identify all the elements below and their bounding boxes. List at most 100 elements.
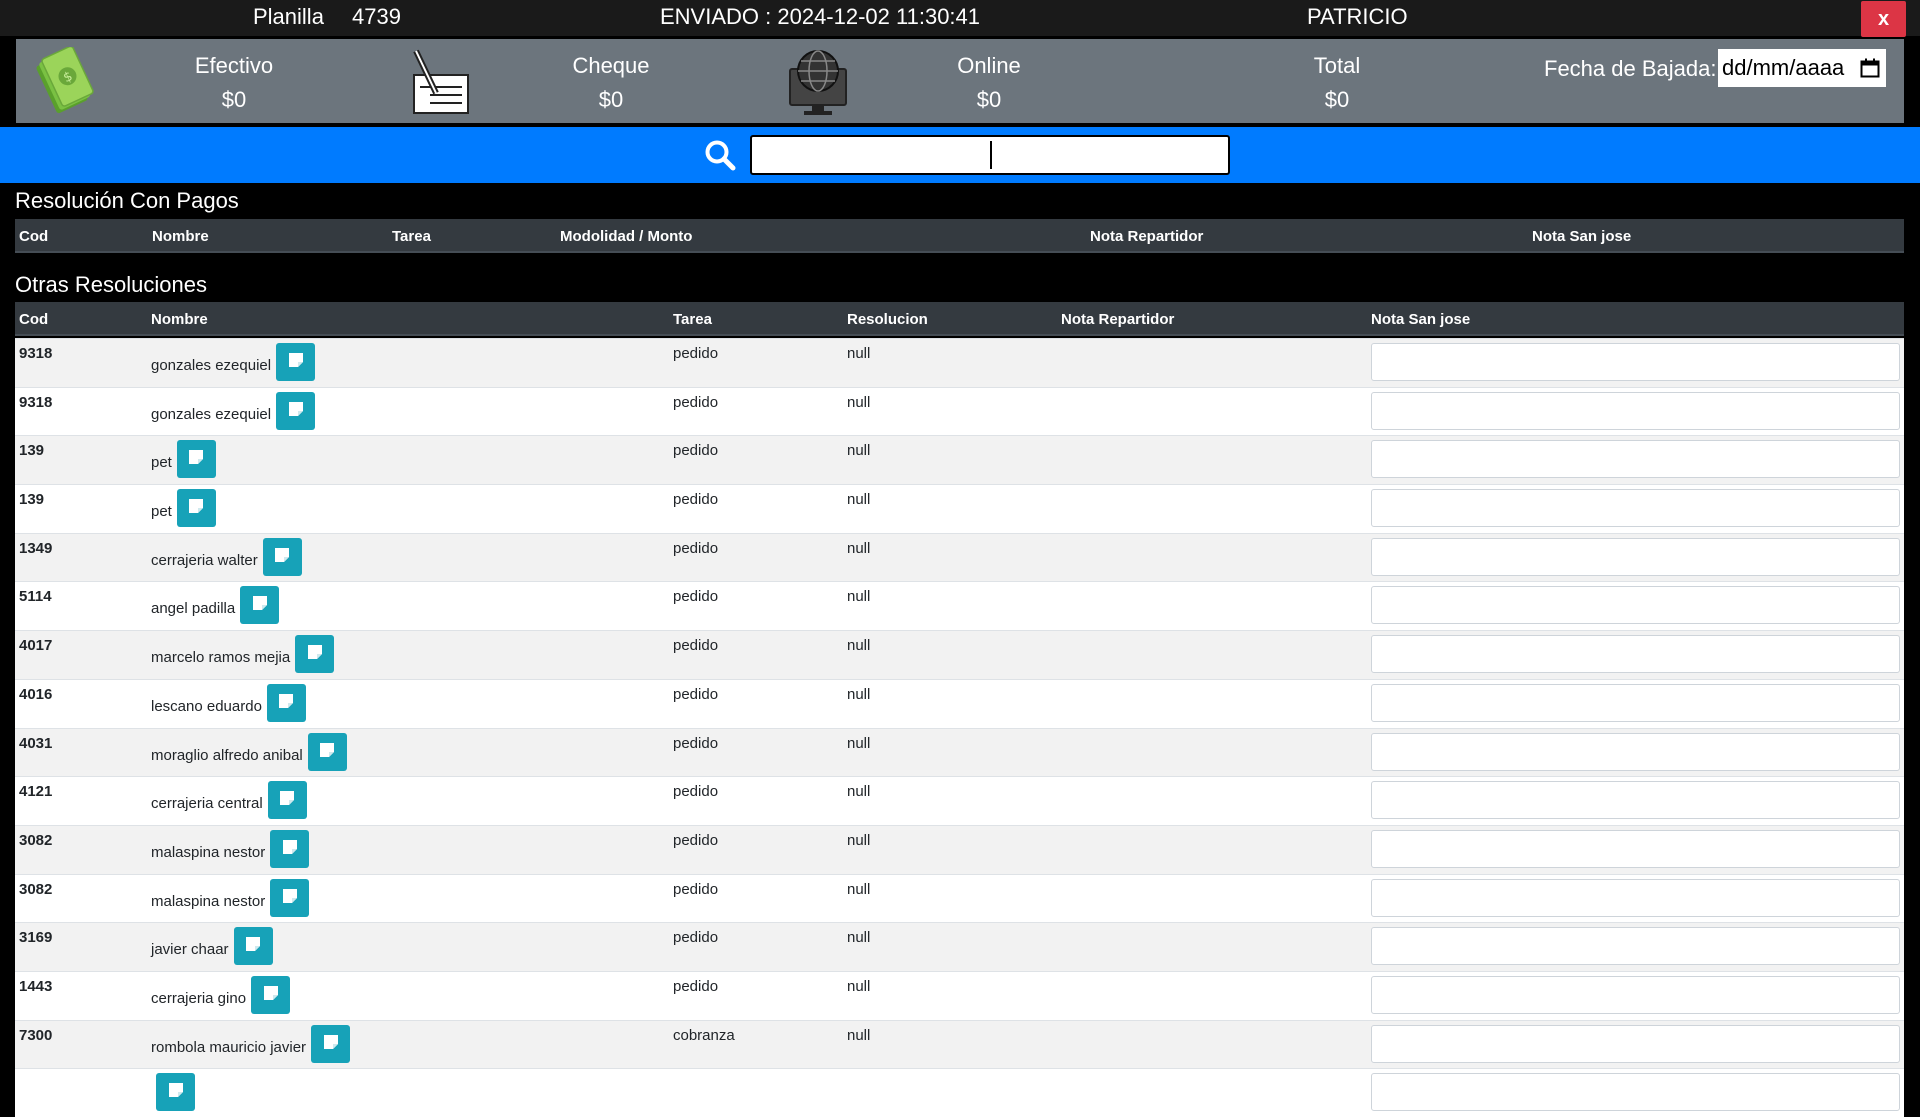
col-nota-repartidor: Nota Repartidor — [1061, 311, 1175, 328]
efectivo-value: $0 — [221, 87, 247, 112]
note-icon — [288, 401, 303, 420]
nota-san-jose-input[interactable] — [1371, 927, 1900, 966]
note-icon — [307, 645, 322, 663]
table-row: 1349 cerrajeria walter pedido null — [15, 532, 1904, 582]
col-resolucion: Resolucion — [847, 311, 928, 328]
col-tarea: Tarea — [673, 311, 712, 328]
nota-san-jose-input[interactable] — [1371, 489, 1900, 528]
nota-san-jose-input[interactable] — [1371, 683, 1900, 722]
note-button[interactable] — [311, 1024, 351, 1063]
note-button[interactable] — [270, 829, 310, 868]
nota-san-jose-input[interactable] — [1371, 975, 1900, 1014]
note-button[interactable] — [233, 927, 273, 966]
nota-san-jose-input[interactable] — [1371, 440, 1900, 479]
row-resolucion: null — [847, 393, 871, 411]
nota-san-jose-input[interactable] — [1371, 732, 1900, 771]
nota-san-jose-input[interactable] — [1371, 781, 1900, 820]
otras-table-body: 9318 gonzales ezequiel pedido null 9318 gonza… — [15, 338, 1904, 1117]
table-row: 139 pet pedido null — [15, 435, 1904, 485]
otras-table-header: Cod Nombre Tarea Resolucion Nota Reparti… — [15, 302, 1904, 336]
payment-summary: $ Efectivo $0 Cheque $0 Online $0 Total … — [16, 39, 1904, 123]
nota-san-jose-input[interactable] — [1371, 586, 1900, 625]
row-resolucion: null — [847, 442, 871, 460]
note-button[interactable] — [176, 440, 216, 479]
table-row: 139 pet pedido null — [15, 484, 1904, 533]
note-button[interactable] — [307, 732, 347, 771]
pagos-table-header: Cod Nombre Tarea Modolidad / Monto Nota … — [15, 219, 1904, 253]
nota-san-jose-input[interactable] — [1371, 635, 1900, 674]
table-row: 5114 angel padilla pedido null — [15, 581, 1904, 631]
row-cod: 9318 — [19, 345, 53, 362]
note-icon — [252, 596, 267, 614]
table-row: 9318 gonzales ezequiel pedido null — [15, 338, 1904, 387]
note-icon — [323, 1034, 338, 1053]
row-tarea: pedido — [673, 685, 719, 703]
row-nombre: malaspina nestor — [151, 829, 310, 868]
calendar-icon[interactable] — [1860, 58, 1880, 84]
nota-san-jose-input[interactable] — [1371, 1073, 1900, 1112]
nota-san-jose-input[interactable] — [1371, 537, 1900, 576]
fecha-bajada-input[interactable]: dd/mm/aaaa — [1718, 49, 1886, 87]
col-modalidad-monto: Modolidad / Monto — [560, 228, 693, 245]
search-icon[interactable] — [704, 139, 736, 176]
row-tarea: pedido — [673, 734, 719, 752]
section-title-otras: Otras Resoluciones — [15, 272, 207, 297]
note-button[interactable] — [262, 537, 302, 576]
nota-san-jose-input[interactable] — [1371, 391, 1900, 430]
row-resolucion: null — [847, 685, 871, 703]
row-tarea: pedido — [673, 929, 719, 947]
row-nombre-text: lescano eduardo — [151, 697, 262, 715]
row-resolucion: null — [847, 1026, 871, 1044]
row-resolucion: null — [847, 831, 871, 849]
col-nombre: Nombre — [151, 311, 208, 328]
row-nombre-text: pet — [151, 454, 172, 472]
planilla-number: 4739 — [352, 4, 401, 29]
note-button[interactable] — [251, 975, 291, 1014]
table-row: 4017 marcelo ramos mejia pedido null — [15, 630, 1904, 679]
table-row: 4016 lescano eduardo pedido null — [15, 678, 1904, 728]
note-button[interactable] — [276, 343, 316, 381]
row-tarea: pedido — [673, 442, 719, 460]
total-summary: Total $0 — [1237, 49, 1437, 117]
note-icon — [189, 450, 204, 468]
cheque-summary: Cheque $0 — [511, 49, 711, 117]
nota-san-jose-input[interactable] — [1371, 878, 1900, 917]
row-tarea: pedido — [673, 783, 719, 801]
note-button[interactable] — [267, 781, 307, 820]
note-button[interactable] — [270, 878, 310, 917]
row-nombre: lescano eduardo — [151, 683, 306, 722]
col-nota-repartidor: Nota Repartidor — [1090, 228, 1204, 245]
row-resolucion: null — [847, 929, 871, 947]
online-summary: Online $0 — [889, 49, 1089, 117]
note-icon — [246, 937, 261, 955]
note-icon — [263, 985, 278, 1004]
row-tarea: pedido — [673, 345, 719, 362]
row-nombre: gonzales ezequiel — [151, 391, 316, 430]
note-button[interactable] — [276, 391, 316, 430]
note-button[interactable] — [240, 586, 280, 625]
note-icon — [282, 839, 297, 858]
row-nombre: pet — [151, 440, 216, 479]
note-icon — [320, 742, 335, 761]
nota-san-jose-input[interactable] — [1371, 829, 1900, 868]
fecha-bajada-label: Fecha de Bajada: — [1544, 56, 1717, 81]
nota-san-jose-input[interactable] — [1371, 1024, 1900, 1063]
note-button[interactable] — [156, 1073, 195, 1112]
note-button[interactable] — [266, 683, 306, 722]
user-name: PATRICIO — [1307, 4, 1408, 29]
row-cod: 7300 — [19, 1026, 53, 1044]
row-nombre: rombola mauricio javier — [151, 1024, 351, 1063]
note-button[interactable] — [295, 635, 335, 674]
table-row: 3082 malaspina nestor pedido null — [15, 824, 1904, 874]
col-cod: Cod — [19, 311, 49, 328]
table-row: 3169 javier chaar pedido null — [15, 922, 1904, 971]
close-button[interactable]: x — [1861, 1, 1906, 37]
table-row: 3082 malaspina nestor pedido null — [15, 873, 1904, 923]
row-cod: 5114 — [19, 588, 52, 606]
note-button[interactable] — [176, 489, 216, 528]
nota-san-jose-input[interactable] — [1371, 343, 1900, 381]
table-row: 4031 moraglio alfredo anibal pedido null — [15, 727, 1904, 777]
search-bar — [0, 127, 1920, 183]
row-cod: 3169 — [19, 929, 53, 947]
note-icon — [168, 1083, 183, 1101]
